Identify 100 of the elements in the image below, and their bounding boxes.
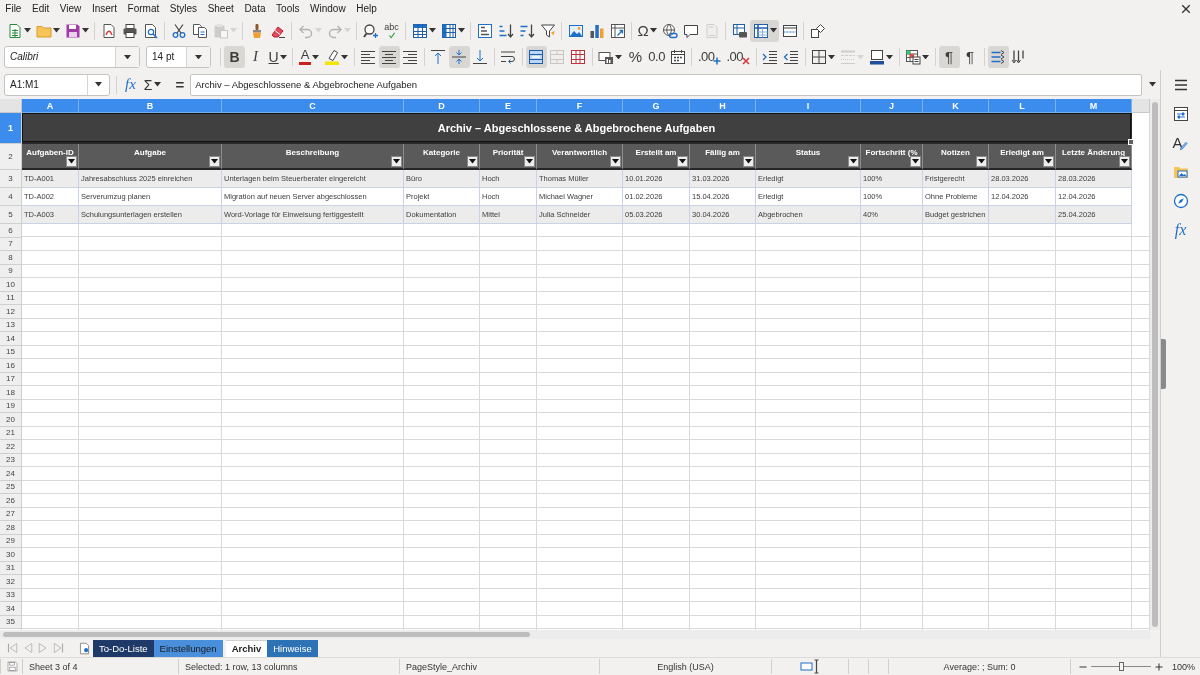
row-header[interactable]: 4 (0, 188, 22, 207)
menu-item[interactable]: Format (122, 0, 165, 17)
right-to-left-button[interactable]: ¶ (959, 45, 981, 68)
menu-item[interactable]: Tools (270, 0, 305, 17)
sheet-tab[interactable]: Hinweise (267, 639, 318, 657)
row-header[interactable]: 5 (0, 206, 22, 225)
dropdown-button[interactable] (186, 46, 210, 67)
add-decimal-button[interactable]: .00 (695, 45, 724, 68)
underline-button[interactable]: U (266, 45, 290, 68)
styles-deck-button[interactable]: A (1167, 128, 1194, 158)
align-center-button[interactable] (378, 45, 400, 68)
sheet-tab[interactable]: Einstellungen (153, 639, 223, 657)
menu-item[interactable]: File (0, 0, 27, 17)
row-header[interactable]: 30 (0, 548, 22, 562)
horizontal-scrollbar[interactable] (0, 630, 1150, 640)
skip-to-end-icon (51, 642, 64, 655)
outdent-icon (783, 48, 800, 65)
row-header[interactable]: 26 (0, 494, 22, 508)
percent-format-button[interactable]: % (624, 45, 646, 68)
delete-decimal-button[interactable]: .00 (723, 45, 753, 68)
language-indicator: English (USA) (657, 661, 714, 672)
row-header[interactable]: 32 (0, 575, 22, 589)
font-name-field[interactable]: Calibri (4, 45, 140, 68)
row-header[interactable]: 3 (0, 170, 22, 189)
shapes-icon (809, 22, 826, 39)
sum-button[interactable]: Σ (141, 74, 164, 95)
row-header[interactable]: 14 (0, 332, 22, 346)
formula-input-field[interactable]: Archiv – Abgeschlossene & Abgebrochene Aufgaben (190, 73, 1142, 96)
filter-button[interactable] (524, 156, 535, 168)
filter-button[interactable] (1119, 156, 1130, 168)
caret-icon (922, 54, 930, 60)
slider-thumb[interactable] (1118, 662, 1124, 672)
row-header[interactable]: 24 (0, 467, 22, 481)
scissors-icon (170, 22, 187, 39)
vertical-scrollbar[interactable] (1150, 99, 1160, 631)
selection-mode-icon (800, 658, 820, 675)
add-sheet-button[interactable] (77, 640, 91, 657)
column-heading: Erstellt am (634, 147, 678, 159)
row-header[interactable]: 8 (0, 251, 22, 265)
caret-icon (393, 159, 400, 164)
search-icon (362, 22, 379, 39)
function-wizard-button[interactable]: fx (123, 74, 138, 95)
text-left-to-right-button[interactable] (987, 45, 1009, 68)
row-header[interactable]: 18 (0, 386, 22, 400)
menu-item[interactable]: Sheet (202, 0, 240, 17)
filter-button[interactable] (66, 156, 77, 168)
selection-handle[interactable] (1128, 139, 1134, 146)
merge-center-button[interactable] (525, 45, 547, 68)
menu-item[interactable]: Insert (86, 0, 123, 17)
caret-icon (612, 159, 619, 164)
menu-item[interactable]: Edit (26, 0, 55, 17)
italic-button[interactable]: I (245, 45, 266, 68)
row-header[interactable]: 28 (0, 521, 22, 535)
sheet-tab[interactable]: Archiv (225, 639, 268, 657)
name-box[interactable]: A1:M1 (4, 73, 110, 96)
filter-button[interactable] (910, 156, 921, 168)
bold-button[interactable]: B (224, 45, 245, 68)
spelling-button[interactable]: abc (381, 19, 402, 42)
freeze-panes-button[interactable] (750, 19, 780, 42)
filter-button[interactable] (467, 156, 478, 168)
filter-button[interactable] (1043, 156, 1054, 168)
menu-item[interactable]: View (54, 0, 87, 17)
left-to-right-button[interactable]: ¶ (938, 45, 960, 68)
row-header[interactable]: 22 (0, 440, 22, 454)
merge-cells-icon (549, 48, 566, 65)
filter-button[interactable] (209, 156, 220, 168)
formula-button[interactable]: = (173, 74, 187, 95)
menu-item[interactable]: Data (239, 0, 271, 17)
filter-button[interactable] (610, 156, 621, 168)
row-header[interactable]: 10 (0, 278, 22, 292)
filter-button[interactable] (743, 156, 754, 168)
font-color-button[interactable]: A (296, 45, 322, 68)
column-heading: Priorität (491, 147, 525, 159)
menu-item[interactable]: Window (304, 0, 351, 17)
sheet-tab[interactable]: To-Do-Liste (93, 639, 154, 657)
row-header[interactable]: 20 (0, 413, 22, 427)
table-rows-icon (411, 22, 428, 39)
row-header[interactable]: 34 (0, 602, 22, 616)
conditional-format-icon (905, 48, 922, 65)
menu-item[interactable]: Styles (164, 0, 203, 17)
menu-item[interactable]: Help (350, 0, 383, 17)
filter-button[interactable] (391, 156, 402, 168)
row-header[interactable]: 2 (0, 144, 22, 171)
filter-button[interactable] (848, 156, 859, 168)
sheet-indicator: Sheet 3 of 4 (29, 661, 78, 672)
font-size-field[interactable]: 14 pt (146, 45, 211, 68)
number-format-button[interactable]: 0.0 (645, 45, 668, 68)
caret-icon (850, 159, 857, 164)
filter-button[interactable] (976, 156, 987, 168)
dropdown-button[interactable] (115, 46, 139, 67)
row-header[interactable]: 12 (0, 305, 22, 319)
special-character-button[interactable]: Ω (635, 19, 660, 42)
filter-button[interactable] (677, 156, 688, 168)
column-heading: Status (794, 147, 822, 159)
freeze-table-icon (752, 22, 769, 39)
select-all-corner[interactable] (0, 99, 22, 114)
row-header[interactable]: 6 (0, 224, 22, 238)
sidebar-collapse-handle[interactable] (1161, 339, 1166, 390)
functions-deck-button[interactable]: fx (1167, 215, 1194, 245)
row-header[interactable]: 16 (0, 359, 22, 373)
